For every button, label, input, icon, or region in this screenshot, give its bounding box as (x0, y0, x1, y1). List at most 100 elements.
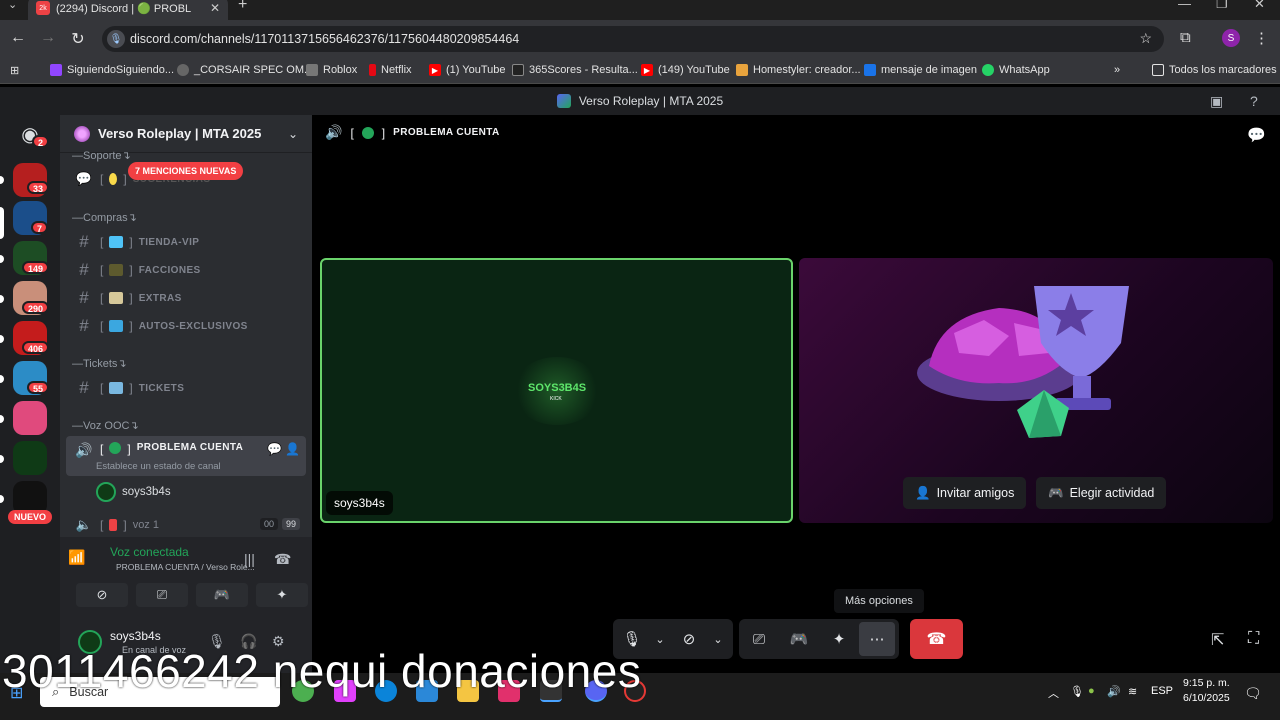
bracket-left: [ (100, 263, 104, 277)
guild-6[interactable] (13, 401, 47, 435)
voice-connected-label[interactable]: Voz conectada (110, 545, 189, 559)
pop-out-icon[interactable]: ⇱ (1211, 630, 1224, 650)
discord-titlebar: Verso Roleplay | MTA 2025 ▣ ? (0, 87, 1280, 115)
unread-pill (0, 255, 4, 263)
site-info-icon[interactable]: 🎙 (107, 30, 125, 48)
channel-facciones[interactable]: # [ ] FACCIONES (66, 256, 306, 284)
inbox-icon[interactable]: ▣ (1210, 93, 1223, 110)
video-off-button[interactable]: ⊘ (76, 583, 128, 607)
category-compras[interactable]: —Compras↴ (72, 211, 137, 224)
gamepad-icon: 🎮 (1048, 485, 1064, 500)
chat-icon[interactable]: 💬 (267, 442, 282, 456)
choose-activity-button[interactable]: 🎮 Elegir actividad (1036, 477, 1167, 509)
more-options-icon[interactable]: ⋯ (859, 622, 895, 656)
guild-7[interactable] (13, 441, 47, 475)
close-window-icon[interactable]: ✕ (1254, 0, 1265, 12)
hash-icon: # (79, 378, 89, 397)
language-indicator[interactable]: ESP (1151, 685, 1173, 697)
bookmark-1[interactable]: _CORSAIR SPEC OM... (177, 64, 313, 76)
username[interactable]: soys3b4s (110, 629, 161, 643)
bookmark-9[interactable]: WhatsApp (982, 64, 1050, 76)
menu-icon[interactable]: ⋮ (1254, 29, 1269, 47)
category-voz-ooc[interactable]: —Voz OOC↴ (72, 419, 139, 432)
tab-search-icon[interactable]: ⌄ (8, 0, 17, 11)
bracket-left: [ (100, 518, 104, 532)
voice-channel-problema-cuenta[interactable]: 🔊 [ ] PROBLEMA CUENTA 💬 👤 Establece un e… (66, 436, 306, 476)
car-icon (109, 320, 124, 332)
unread-pill (0, 375, 4, 383)
invite-icon[interactable]: 👤 (285, 442, 300, 456)
category-tickets[interactable]: —Tickets↴ (72, 357, 127, 370)
fullscreen-icon[interactable]: ⛶ (1248, 630, 1259, 648)
server-header[interactable]: Verso Roleplay | MTA 2025 ⌄ (60, 115, 312, 153)
soundboard-button[interactable]: ✦ (256, 583, 308, 607)
bookmark-6[interactable]: ▶ (149) YouTube (641, 64, 730, 76)
voice-member[interactable]: soys3b4s (66, 478, 306, 506)
minimize-icon[interactable]: — (1178, 0, 1191, 11)
user-limit: 99 (281, 518, 300, 530)
nuevo-badge[interactable]: NUEVO (8, 510, 53, 524)
camera-options-chevron-icon[interactable]: ⌄ (709, 619, 727, 659)
leave-call-button[interactable]: ☎ (910, 619, 963, 659)
soundboard-icon[interactable]: ||| (244, 551, 255, 567)
channel-status[interactable]: Establece un estado de canal (96, 461, 221, 472)
disconnect-icon[interactable]: ☎ (274, 551, 291, 568)
new-tab-icon[interactable]: + (238, 0, 247, 14)
bookmark-3[interactable]: Netflix (369, 64, 412, 76)
forward-icon[interactable]: → (38, 29, 58, 47)
clock-date[interactable]: 6/10/2025 (1183, 692, 1230, 704)
screen-share-icon[interactable]: ⎚ (739, 619, 779, 659)
restore-icon[interactable]: ❐ (1216, 0, 1228, 12)
guild-badge: 7 (31, 221, 49, 234)
channel-tickets[interactable]: # [ ] TICKETS (66, 374, 306, 402)
soundboard-icon[interactable]: ✦ (819, 619, 859, 659)
channel-tienda-vip[interactable]: # [ ] TIENDA-VIP (66, 228, 306, 256)
notifications-icon[interactable]: 🗨 (1244, 685, 1262, 702)
all-bookmarks[interactable]: Todos los marcadores (1152, 64, 1277, 76)
bookmark-5[interactable]: 365Scores - Resulta... (512, 64, 638, 76)
user-video-tile[interactable]: SOYS3B4S KICK (320, 258, 793, 523)
activity-gamepad-icon[interactable]: 🎮 (779, 619, 819, 659)
volume-icon[interactable]: 🔊 (1107, 685, 1121, 698)
channel-extras[interactable]: # [ ] EXTRAS (66, 284, 306, 312)
server-icon (74, 125, 90, 142)
bookmark-8[interactable]: mensaje de imagen (864, 64, 977, 76)
clock-time[interactable]: 9:15 p. m. (1183, 677, 1230, 689)
reload-icon[interactable]: ↻ (68, 29, 88, 49)
bookmark-2[interactable]: Roblox (306, 64, 357, 76)
channel-autos-exclusivos[interactable]: # [ ] AUTOS-EXCLUSIVOS (66, 312, 306, 340)
bookmark-0[interactable]: SiguiendoSiguiendo... (50, 64, 174, 76)
omnibox[interactable]: 🎙 discord.com/channels/11701137156564623… (102, 26, 1164, 52)
bookmark-star-icon[interactable]: ☆ (1139, 30, 1152, 47)
invite-friends-button[interactable]: 👤 Invitar amigos (903, 477, 1027, 509)
screen-share-button[interactable]: ⎚ (136, 583, 188, 607)
camera-off-icon[interactable]: ⊘ (669, 619, 709, 659)
tray-app-icon[interactable]: ● (1088, 685, 1095, 697)
more-bookmarks-icon[interactable]: » (1114, 64, 1120, 76)
tray-chevron-icon[interactable]: ︿ (1048, 685, 1059, 701)
gem-icon (109, 236, 124, 248)
help-icon[interactable]: ? (1250, 93, 1258, 109)
voice-channel-voz-1[interactable]: 🔈 [ ] voz 1 00 99 (66, 511, 306, 537)
server-list: ◉ 2 33 7 149 290 406 55 NUEVO (0, 115, 60, 673)
bookmark-label: Netflix (381, 64, 412, 76)
voice-location[interactable]: PROBLEMA CUENTA / Verso Role... (116, 562, 255, 572)
mentions-badge[interactable]: 7 MENCIONES NUEVAS (128, 162, 244, 180)
extensions-icon[interactable]: ⧉ (1180, 29, 1191, 46)
green-circle-icon (361, 126, 374, 139)
apps-icon[interactable]: ⊞ (10, 64, 19, 77)
back-icon[interactable]: ← (8, 29, 28, 47)
signal-icon[interactable]: 📶 (68, 549, 85, 566)
green-circle-icon (109, 442, 122, 454)
bookmark-7[interactable]: Homestyler: creador... (736, 64, 861, 76)
tray-mic-icon[interactable]: 🎙 (1070, 685, 1084, 698)
browser-tab-discord[interactable]: 2k (2294) Discord | 🟢 PROBL ✕ (28, 0, 228, 20)
wifi-icon[interactable]: ≋ (1128, 685, 1137, 698)
category-soporte[interactable]: —Soporte↴ (72, 149, 131, 162)
profile-avatar[interactable]: S (1222, 29, 1240, 47)
chat-bubble-icon[interactable]: 💬 (1247, 126, 1266, 144)
mic-options-chevron-icon[interactable]: ⌄ (651, 619, 669, 659)
bookmark-4[interactable]: ▶ (1) YouTube (429, 64, 506, 76)
activity-button[interactable]: 🎮 (196, 583, 248, 607)
tab-close-icon[interactable]: ✕ (210, 1, 220, 15)
